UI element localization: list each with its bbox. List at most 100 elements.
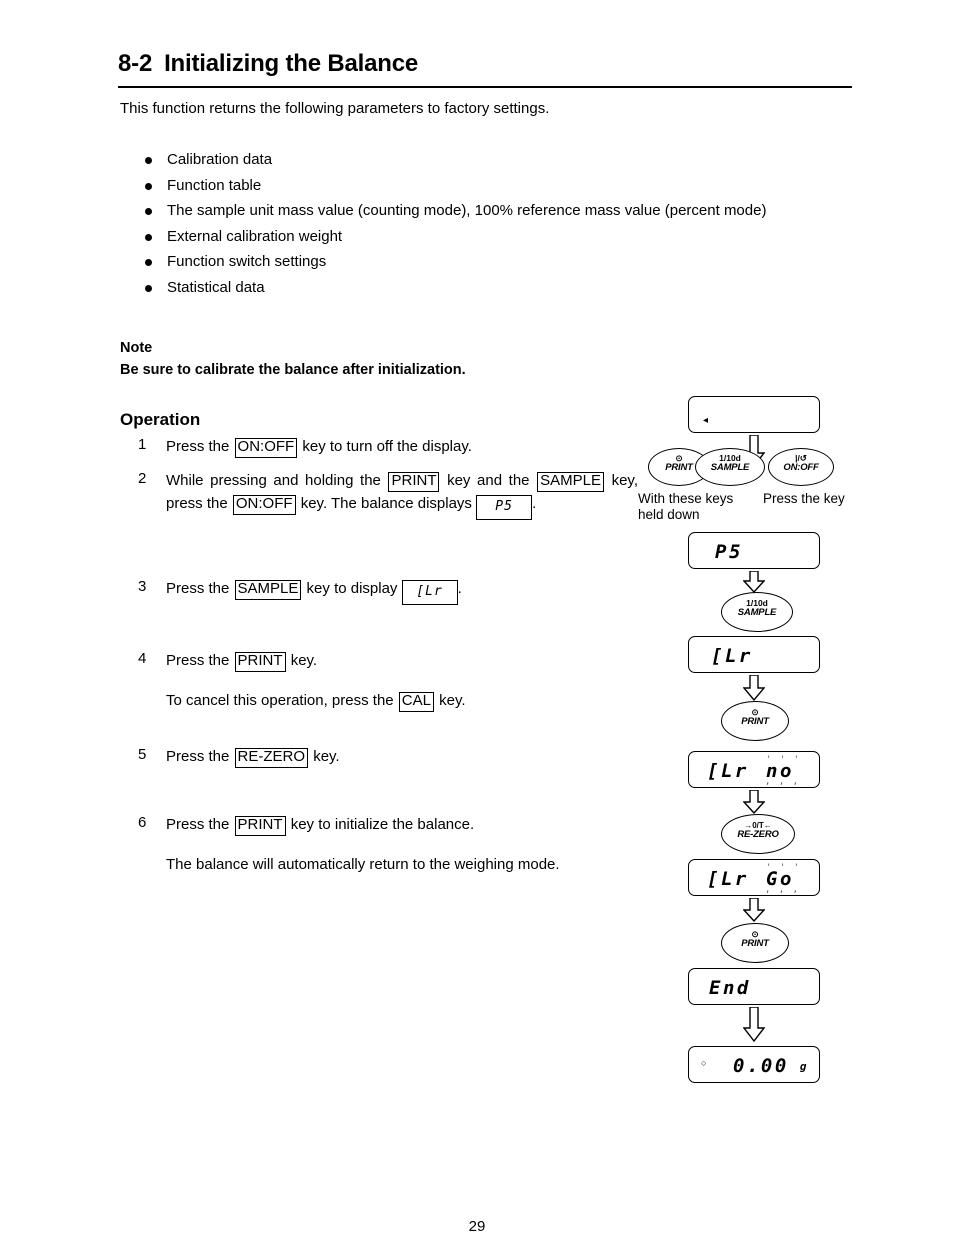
key-re-zero-button[interactable]: RE-ZERO — [234, 748, 309, 768]
section-number: 8-2 — [118, 50, 153, 77]
operation-step: 2 While pressing and holding the PRINT ke… — [138, 470, 638, 520]
display-clr-go: [Lr Go ' ' ' , , , — [688, 859, 820, 896]
key-print-button[interactable]: PRINT — [234, 816, 286, 836]
key-sample-button[interactable]: SAMPLE — [537, 472, 604, 492]
key-print-button[interactable]: PRINT — [234, 652, 286, 672]
display-blank: ◂ — [688, 396, 820, 433]
inline-display: P5 — [476, 494, 533, 520]
caption-held-keys: With these keys held down — [638, 491, 734, 523]
step-text: key. — [286, 652, 318, 669]
blink-marks-bottom-icon: , , , — [765, 885, 800, 895]
step-body: Press the PRINT key to initialize the ba… — [166, 814, 638, 837]
list-item: Function table — [140, 178, 860, 193]
list-item: Statistical data — [140, 280, 860, 295]
caption-press-key: Press the key — [763, 491, 845, 506]
key-onoff-press[interactable]: |/↺ ON:OFF — [768, 448, 834, 486]
list-item-label: Calibration data — [167, 151, 273, 168]
step-text: Press the — [166, 652, 234, 669]
key-on-off-button[interactable]: ON:OFF — [234, 438, 298, 458]
step-text: . — [532, 494, 537, 512]
operation-step: 4 Press the PRINT key. To cancel this oper… — [138, 650, 638, 713]
operation-step: 6 Press the PRINT key to initialize the b… — [138, 814, 638, 877]
list-item-label: Statistical data — [167, 278, 265, 296]
key-print-step4[interactable]: ⊙ PRINT — [721, 701, 789, 741]
flow-arrow-4 — [743, 790, 765, 814]
operation-heading: Operation — [120, 410, 201, 429]
step-body: Press the SAMPLE key to display [Lr. — [166, 578, 638, 605]
list-item-label: External calibration weight — [167, 227, 343, 245]
note-text: Be sure to calibrate the balance after i… — [120, 362, 466, 379]
step-body: Press the ON:OFF key to turn off the dis… — [166, 436, 638, 459]
step-text: To cancel this operation, press the — [166, 691, 398, 709]
sample-label: SAMPLE — [710, 461, 750, 473]
list-item: Calibration data — [140, 152, 860, 167]
list-item: External calibration weight — [140, 229, 860, 244]
list-item: The sample unit mass value (counting mod… — [140, 203, 860, 218]
step-number: 4 — [138, 650, 147, 667]
operation-step: 5 Press the RE-ZERO key. — [138, 746, 638, 769]
print-label: PRINT — [741, 715, 769, 727]
list-item-label: The sample unit mass value (counting mod… — [167, 202, 767, 219]
operation-step: 3 Press the SAMPLE key to display [Lr. — [138, 578, 638, 605]
page-title: 8-2 Initializing the Balance — [118, 50, 858, 78]
operation-flow-diagram: ◂ ⊙ PRINT 1/10d SAMPLE |/↺ ON:OFF With t… — [638, 396, 954, 1096]
key-print-step6[interactable]: ⊙ PRINT — [721, 923, 789, 963]
heading-divider — [118, 86, 852, 88]
step-body: Press the PRINT key. — [166, 650, 638, 673]
section-title: Initializing the Balance — [164, 50, 419, 77]
step-text: . — [457, 580, 462, 597]
step-text: The balance will automatically return to… — [166, 855, 560, 873]
display-weight-unit: g — [799, 1060, 809, 1073]
key-sample-button[interactable]: SAMPLE — [234, 580, 302, 600]
step-text: key to turn off the display. — [298, 438, 472, 455]
step-number: 6 — [138, 814, 147, 831]
onoff-label: ON:OFF — [783, 461, 819, 473]
step-number: 2 — [138, 470, 147, 487]
display-clr-go-label: [Lr — [707, 868, 749, 890]
note-block: Note Be sure to calibrate the balance af… — [120, 337, 466, 382]
list-item-label: Function table — [167, 176, 262, 194]
display-clr-text: [Lr — [711, 645, 753, 667]
stable-mark-icon: ○ — [701, 1058, 707, 1068]
step-text: Press the — [166, 438, 234, 455]
flow-arrow-6 — [743, 1007, 765, 1042]
step-text: Press the — [166, 580, 234, 597]
key-sample-step3[interactable]: 1/10d SAMPLE — [721, 592, 793, 632]
step-text: key and the — [440, 472, 537, 489]
step-subtext: The balance will automatically return to… — [166, 854, 638, 877]
operation-step: 1 Press the ON:OFF key to turn off the di… — [138, 436, 638, 459]
step-number: 1 — [138, 436, 147, 453]
blink-marks-top-icon: ' ' ' — [766, 755, 801, 765]
document-page: 8-2 Initializing the Balance This functio… — [0, 0, 954, 1235]
key-sample-held[interactable]: 1/10d SAMPLE — [695, 448, 765, 486]
print-label: PRINT — [741, 937, 769, 949]
page-number: 29 — [468, 1218, 486, 1235]
note-label: Note — [120, 340, 153, 356]
flow-arrow-3 — [743, 675, 765, 701]
display-ps: P5 — [688, 532, 820, 569]
flow-arrow-5 — [743, 898, 765, 922]
display-weight-value: 0.00 — [733, 1055, 789, 1077]
flow-arrow-2 — [743, 571, 765, 593]
list-item-label: Function switch settings — [167, 253, 327, 270]
sample-label: SAMPLE — [737, 606, 777, 618]
blink-marks-bottom-icon: , , , — [765, 777, 800, 787]
key-cal-button[interactable]: CAL — [398, 691, 434, 712]
display-end: End — [688, 968, 820, 1005]
display-weighing: ○ 0.00 g — [688, 1046, 820, 1083]
step-number: 5 — [138, 746, 147, 763]
display-ps-text: P5 — [715, 541, 743, 563]
step-text: While pressing and holding the — [166, 472, 388, 489]
step-text: key. The balance displays — [296, 494, 477, 512]
step-text: key to display — [302, 580, 402, 597]
step-text: key to initialize the balance. — [286, 816, 475, 833]
key-rezero[interactable]: →0/T← RE-ZERO — [721, 814, 795, 854]
display-marker-icon: ◂ — [703, 415, 709, 426]
key-on-off-button[interactable]: ON:OFF — [232, 494, 296, 515]
blink-marks-top-icon: ' ' ' — [766, 863, 801, 873]
key-print-button[interactable]: PRINT — [388, 472, 440, 492]
step-number: 3 — [138, 578, 147, 595]
display-clr: [Lr — [688, 636, 820, 673]
step-text: key. — [434, 691, 466, 709]
step-text: Press the — [166, 816, 234, 833]
